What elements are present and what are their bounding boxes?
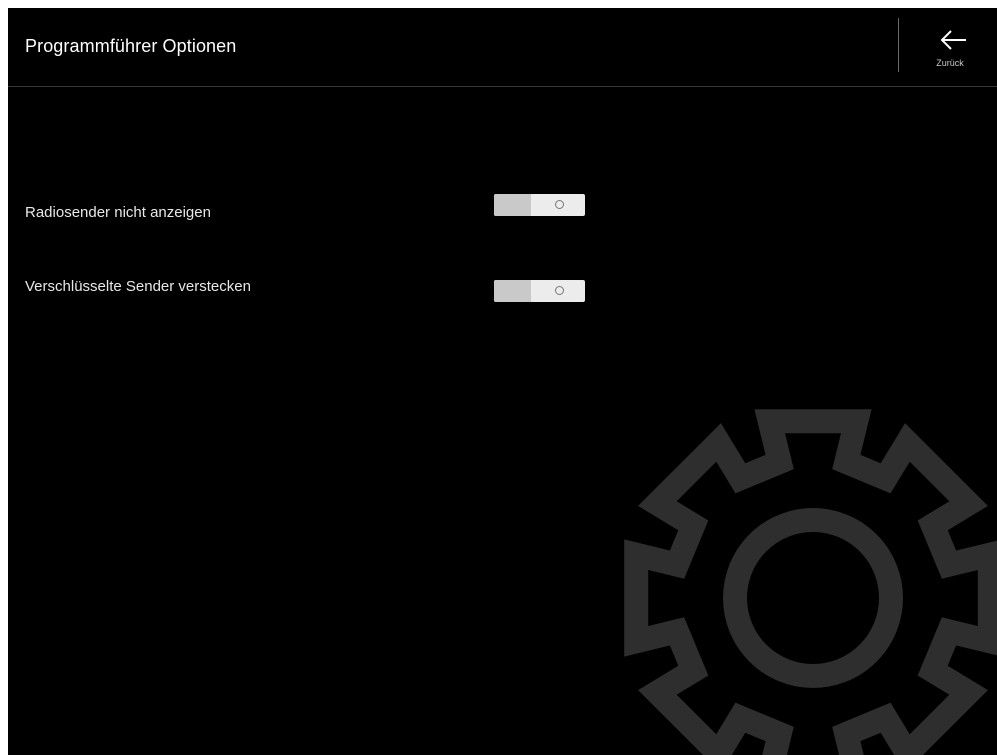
header-divider bbox=[898, 18, 899, 72]
toggle-off-indicator bbox=[555, 200, 564, 209]
header: Programmführer Optionen Zurück bbox=[8, 8, 997, 87]
arrow-left-icon bbox=[940, 30, 966, 50]
settings-screen: Programmführer Optionen Zurück Radiosend… bbox=[8, 8, 997, 755]
gear-icon bbox=[624, 409, 997, 755]
toggle-track-off bbox=[494, 194, 531, 216]
toggle-off-indicator bbox=[555, 286, 564, 295]
page-title: Programmführer Optionen bbox=[25, 36, 237, 56]
hide-radio-stations-toggle[interactable] bbox=[494, 194, 585, 216]
back-button[interactable]: Zurück bbox=[913, 20, 997, 80]
setting-label: Radiosender nicht anzeigen bbox=[25, 204, 211, 221]
setting-label: Verschlüsselte Sender verstecken bbox=[25, 278, 251, 295]
back-label: Zurück bbox=[936, 58, 964, 68]
toggle-track-off bbox=[494, 280, 531, 302]
hide-encrypted-stations-toggle[interactable] bbox=[494, 280, 585, 302]
